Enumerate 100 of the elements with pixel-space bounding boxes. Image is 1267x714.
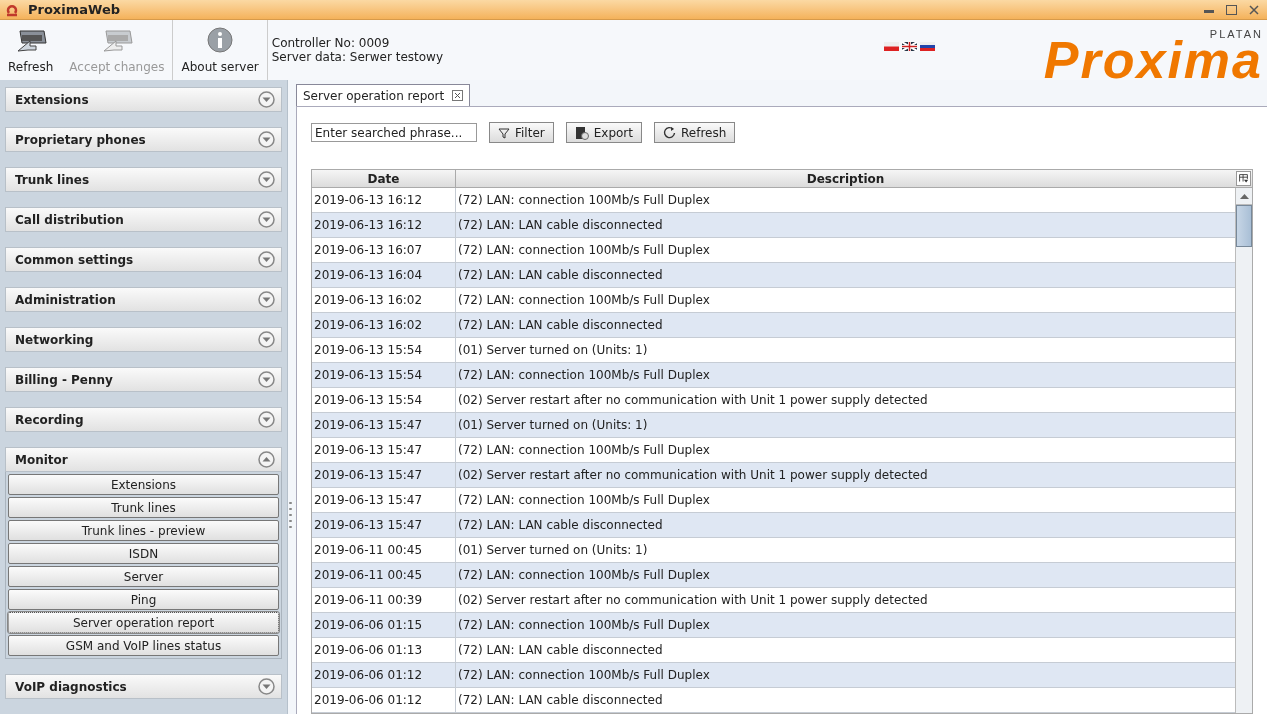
expand-icon [258, 91, 275, 108]
section-header[interactable]: Administration [5, 287, 282, 312]
monitor-item[interactable]: Server [8, 566, 279, 587]
info-text: Controller No: 0009 [271, 36, 391, 50]
table-cell-text: (72) LAN: connection 100Mb/s Full Duplex [457, 492, 711, 509]
table-cell-text: (72) LAN: LAN cable disconnected [457, 317, 664, 334]
table-cell-text: (72) LAN: connection 100Mb/s Full Duplex [457, 617, 711, 634]
expand-icon [258, 678, 275, 695]
expand-icon [258, 171, 275, 188]
table-cell-text: (02) Server restart after no communication with Unit 1 power supply detected [457, 467, 929, 484]
section-header[interactable]: Common settings [5, 247, 282, 272]
table-cell: 2019-06-11 00:45 [312, 563, 456, 587]
table-cell-text: (72) LAN: connection 100Mb/s Full Duplex [457, 292, 711, 309]
logo-text: Proxima [1043, 40, 1263, 80]
table-cell: 2019-06-13 16:02 [312, 313, 456, 337]
table-cell-text: (01) Server turned on (Units: 1) [457, 417, 649, 434]
section-header[interactable]: Monitor [5, 447, 282, 472]
table-cell: 2019-06-06 01:12 [312, 688, 456, 712]
disk-icon [574, 125, 589, 140]
expand-icon [258, 371, 275, 388]
section-header[interactable]: Extensions [5, 87, 282, 112]
monitor-item[interactable]: Server operation report [8, 612, 279, 633]
table-cell-text: (01) Server turned on (Units: 1) [457, 542, 649, 559]
info-icon [207, 27, 234, 53]
table-cell: 2019-06-11 00:45 [312, 538, 456, 562]
table-cell-text: (72) LAN: LAN cable disconnected [457, 217, 664, 234]
table-cell: 2019-06-13 16:12 [312, 213, 456, 237]
table-cell-text: (72) LAN: connection 100Mb/s Full Duplex [457, 442, 711, 459]
expand-icon [258, 411, 275, 428]
info-text: Server data: Serwer testowy [271, 50, 443, 64]
section-header[interactable]: VoIP diagnostics [5, 674, 282, 699]
toolbar-button[interactable]: Refresh [654, 122, 736, 143]
expand-icon [258, 331, 275, 348]
section-header[interactable]: Recording [5, 407, 282, 432]
column-chooser-icon[interactable] [1236, 171, 1251, 186]
table-cell-text: (72) LAN: connection 100Mb/s Full Duplex [457, 567, 711, 584]
table-cell-text: (72) LAN: connection 100Mb/s Full Duplex [457, 367, 711, 384]
table-cell: 2019-06-13 15:47 [312, 463, 456, 487]
table-cell: 2019-06-13 15:47 [312, 438, 456, 462]
funnel-icon [498, 126, 510, 139]
table-cell: 2019-06-13 15:47 [312, 513, 456, 537]
table-cell: 2019-06-13 16:04 [312, 263, 456, 287]
table-cell: 2019-06-13 15:54 [312, 363, 456, 387]
table-cell-text: (01) Server turned on (Units: 1) [457, 342, 649, 359]
table-cell-text: (72) LAN: connection 100Mb/s Full Duplex [457, 667, 711, 684]
table-cell-text: (72) LAN: LAN cable disconnected [457, 642, 664, 659]
monitor-item[interactable]: ISDN [8, 543, 279, 564]
russian-flag-icon[interactable] [920, 42, 935, 51]
toolbar-button[interactable]: Export [565, 122, 642, 143]
toolbar-button[interactable]: About server [173, 20, 267, 80]
monitor-item[interactable]: GSM and VoIP lines status [8, 635, 279, 656]
section-header[interactable]: Proprietary phones [5, 127, 282, 152]
uk-flag-icon[interactable] [902, 42, 917, 51]
brand-text: PLATAN [1209, 28, 1263, 40]
monitor-item[interactable]: Trunk lines - preview [8, 520, 279, 541]
expand-icon [258, 251, 275, 268]
table-cell: 2019-06-13 16:12 [312, 188, 456, 212]
tab[interactable]: Server operation report [296, 84, 471, 106]
table-cell: 2019-06-13 16:02 [312, 288, 456, 312]
table-cell: 2019-06-06 01:12 [312, 663, 456, 687]
table-cell-text: (72) LAN: connection 100Mb/s Full Duplex [457, 242, 711, 259]
app-logo-icon [4, 2, 20, 17]
toolbar-button[interactable]: Refresh [0, 20, 62, 80]
polish-flag-icon[interactable] [884, 42, 899, 51]
table-cell: 2019-06-13 15:47 [312, 413, 456, 437]
table-cell: 2019-06-06 01:15 [312, 613, 456, 637]
table-cell: 2019-06-13 15:47 [312, 488, 456, 512]
section-header[interactable]: Trunk lines [5, 167, 282, 192]
expand-icon [258, 291, 275, 308]
collapse-icon [258, 451, 275, 468]
table-cell: 2019-06-13 16:07 [312, 238, 456, 262]
column-header[interactable]: Description [456, 170, 1235, 187]
close-icon[interactable] [452, 90, 464, 101]
section-header[interactable]: Networking [5, 327, 282, 352]
close-icon[interactable] [1249, 4, 1259, 15]
window-title: ProximaWeb [28, 0, 121, 19]
section-header[interactable]: Billing - Penny [5, 367, 282, 392]
monitor-item[interactable]: Ping [8, 589, 279, 610]
table-cell-text: (02) Server restart after no communication with Unit 1 power supply detected [457, 392, 929, 409]
scrollbar-thumb[interactable] [1236, 205, 1252, 247]
table-cell: 2019-06-13 15:54 [312, 338, 456, 362]
toolbar-button[interactable]: Filter [489, 122, 554, 143]
scroll-up-icon[interactable] [1239, 193, 1249, 199]
monitor-item[interactable]: Extensions [8, 474, 279, 495]
scrollbar[interactable] [1235, 188, 1252, 713]
section-header[interactable]: Call distribution [5, 207, 282, 232]
table-cell-text: (72) LAN: LAN cable disconnected [457, 517, 664, 534]
expand-icon [258, 211, 275, 228]
search-field[interactable]: Enter searched phrase... [311, 123, 477, 142]
table-cell-text: (02) Server restart after no communication with Unit 1 power supply detected [457, 592, 929, 609]
table-cell: 2019-06-11 00:39 [312, 588, 456, 612]
table-cell: 2019-06-06 01:13 [312, 638, 456, 662]
table-cell-text: (72) LAN: LAN cable disconnected [457, 267, 664, 284]
monitor-item[interactable]: Trunk lines [8, 497, 279, 518]
column-header[interactable]: Date [312, 170, 456, 187]
table-cell: 2019-06-13 15:54 [312, 388, 456, 412]
table-cell-text: (72) LAN: connection 100Mb/s Full Duplex [457, 192, 711, 209]
maximize-icon[interactable] [1226, 4, 1237, 15]
expand-icon [258, 131, 275, 148]
table-cell-text: (72) LAN: LAN cable disconnected [457, 692, 664, 709]
